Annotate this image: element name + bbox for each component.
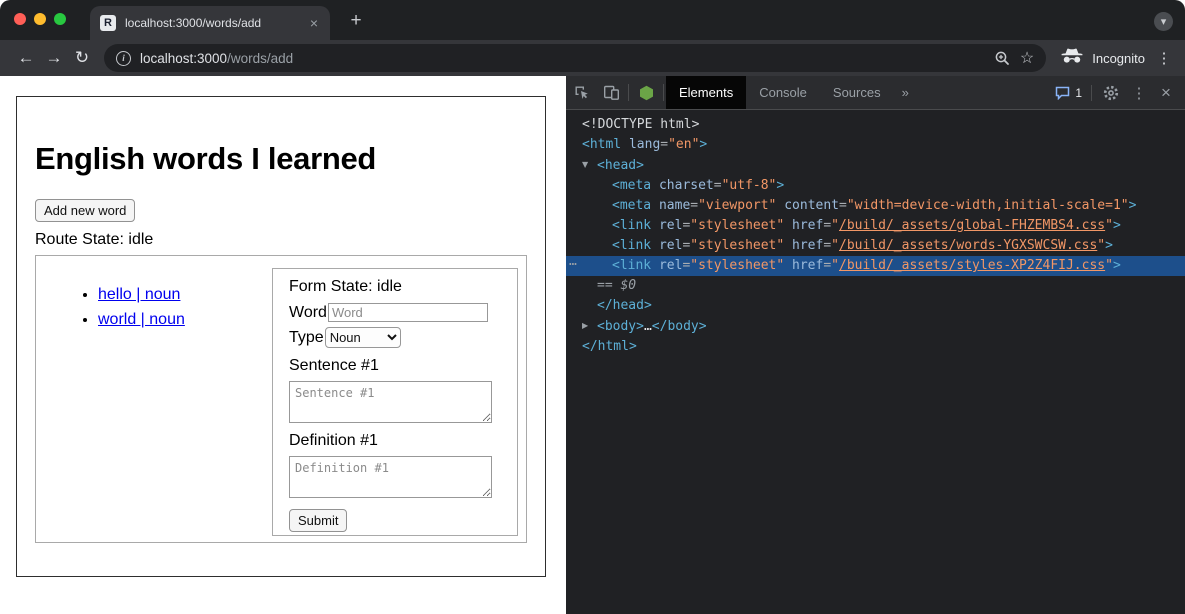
tab-search-icon[interactable]: ▾ xyxy=(1154,12,1173,31)
tab-close-icon[interactable]: × xyxy=(306,15,322,31)
dom-tree-node[interactable]: == $0 xyxy=(566,276,1185,296)
web-page: English words I learned Add new word Rou… xyxy=(0,76,566,614)
submit-button[interactable]: Submit xyxy=(289,509,347,532)
forward-button[interactable]: → xyxy=(40,44,68,72)
dom-tree-node[interactable]: <meta charset="utf-8"> xyxy=(566,176,1185,196)
app-container: English words I learned Add new word Rou… xyxy=(16,96,546,577)
tab-title: localhost:3000/words/add xyxy=(125,16,298,30)
dom-tree-node[interactable]: ▶<body>…</body> xyxy=(566,316,1185,337)
expand-arrow-closed-icon[interactable]: ▶ xyxy=(582,316,597,336)
definition-textarea[interactable] xyxy=(289,456,492,498)
inspect-element-icon[interactable] xyxy=(566,76,596,109)
route-state-text: Route State: idle xyxy=(35,231,527,249)
address-bar[interactable]: i localhost:3000/words/add ☆ xyxy=(104,44,1046,72)
tab-strip: R localhost:3000/words/add × + ▾ xyxy=(0,0,1185,40)
devtools-tab-console[interactable]: Console xyxy=(746,76,820,109)
zoom-icon[interactable] xyxy=(993,49,1011,67)
issues-counter[interactable]: 1 xyxy=(1055,86,1082,100)
word-link[interactable]: hello | noun xyxy=(98,286,180,303)
word-list-item: hello | noun xyxy=(98,286,272,304)
sentence-textarea[interactable] xyxy=(289,381,492,423)
words-list: hello | noun world | noun xyxy=(36,286,272,542)
dom-tree: <!DOCTYPE html><html lang="en">▼<head><m… xyxy=(566,110,1185,614)
dom-tree-node[interactable]: <!DOCTYPE html> xyxy=(566,115,1185,135)
device-toolbar-icon[interactable] xyxy=(596,76,626,109)
remix-favicon: R xyxy=(100,15,116,31)
type-label: Type xyxy=(289,329,324,347)
issues-count-text: 1 xyxy=(1075,86,1082,100)
form-state-text: Form State: idle xyxy=(289,278,501,296)
url-text[interactable]: localhost:3000/words/add xyxy=(140,51,293,66)
window-content: English words I learned Add new word Rou… xyxy=(0,76,1185,614)
expand-arrow-open-icon[interactable]: ▼ xyxy=(582,155,597,175)
devtools-toolbar: Elements Console Sources » 1 ⋮ × xyxy=(566,76,1185,110)
green-hexagon-extension-icon[interactable] xyxy=(631,76,661,109)
browser-toolbar: ← → ↻ i localhost:3000/words/add ☆ Incog… xyxy=(0,40,1185,76)
dom-tree-node[interactable]: <html lang="en"> xyxy=(566,135,1185,155)
add-word-form: Form State: idle Word Type Noun Sentence… xyxy=(272,268,518,536)
devtools-close-icon[interactable]: × xyxy=(1157,83,1175,103)
dom-tree-node[interactable]: <link rel="stylesheet" href="/build/_ass… xyxy=(566,236,1185,256)
devtools-settings-gear-icon[interactable] xyxy=(1101,85,1121,101)
word-link[interactable]: world | noun xyxy=(98,311,185,328)
word-input[interactable] xyxy=(328,303,488,322)
sentence-label: Sentence #1 xyxy=(289,357,501,375)
dom-tree-node[interactable]: </head> xyxy=(566,296,1185,316)
incognito-label: Incognito xyxy=(1092,51,1145,66)
close-window-button[interactable] xyxy=(14,13,26,25)
devtools-panel: Elements Console Sources » 1 ⋮ × xyxy=(566,76,1185,614)
dom-tree-node[interactable]: <meta name="viewport" content="width=dev… xyxy=(566,196,1185,216)
dom-tree-node[interactable]: ▼<head> xyxy=(566,155,1185,176)
back-button[interactable]: ← xyxy=(12,44,40,72)
minimize-window-button[interactable] xyxy=(34,13,46,25)
dom-tree-node[interactable]: <link rel="stylesheet" href="/build/_ass… xyxy=(566,216,1185,236)
word-list-item: world | noun xyxy=(98,311,272,329)
page-title: English words I learned xyxy=(35,141,527,177)
browser-menu-icon[interactable]: ⋮ xyxy=(1155,49,1173,67)
site-info-icon[interactable]: i xyxy=(116,51,131,66)
devtools-menu-icon[interactable]: ⋮ xyxy=(1130,84,1148,102)
node-menu-icon[interactable]: … xyxy=(569,252,577,272)
url-host: localhost:3000 xyxy=(140,51,227,66)
word-label: Word xyxy=(289,304,327,322)
dom-tree-node[interactable]: <link rel="stylesheet" href="/build/_ass… xyxy=(566,256,1185,276)
incognito-badge: Incognito xyxy=(1060,48,1145,69)
devtools-tab-sources[interactable]: Sources xyxy=(820,76,894,109)
url-path: /words/add xyxy=(227,51,293,66)
words-panel: hello | noun world | noun Form State: idl… xyxy=(35,255,527,543)
definition-label: Definition #1 xyxy=(289,432,501,450)
browser-tab[interactable]: R localhost:3000/words/add × xyxy=(90,6,330,40)
browser-window: R localhost:3000/words/add × + ▾ ← → ↻ i… xyxy=(0,0,1185,614)
traffic-lights xyxy=(14,13,66,25)
devtools-tab-elements[interactable]: Elements xyxy=(666,76,746,109)
incognito-icon xyxy=(1060,48,1084,69)
type-select[interactable]: Noun xyxy=(325,327,401,348)
dom-tree-node[interactable]: </html> xyxy=(566,337,1185,357)
bookmark-star-icon[interactable]: ☆ xyxy=(1020,48,1034,68)
issues-bubble-icon xyxy=(1055,86,1070,100)
reload-button[interactable]: ↻ xyxy=(68,44,96,72)
add-new-word-button[interactable]: Add new word xyxy=(35,199,135,222)
zoom-window-button[interactable] xyxy=(54,13,66,25)
new-tab-button[interactable]: + xyxy=(344,9,368,33)
more-tabs-icon[interactable]: » xyxy=(894,76,917,109)
